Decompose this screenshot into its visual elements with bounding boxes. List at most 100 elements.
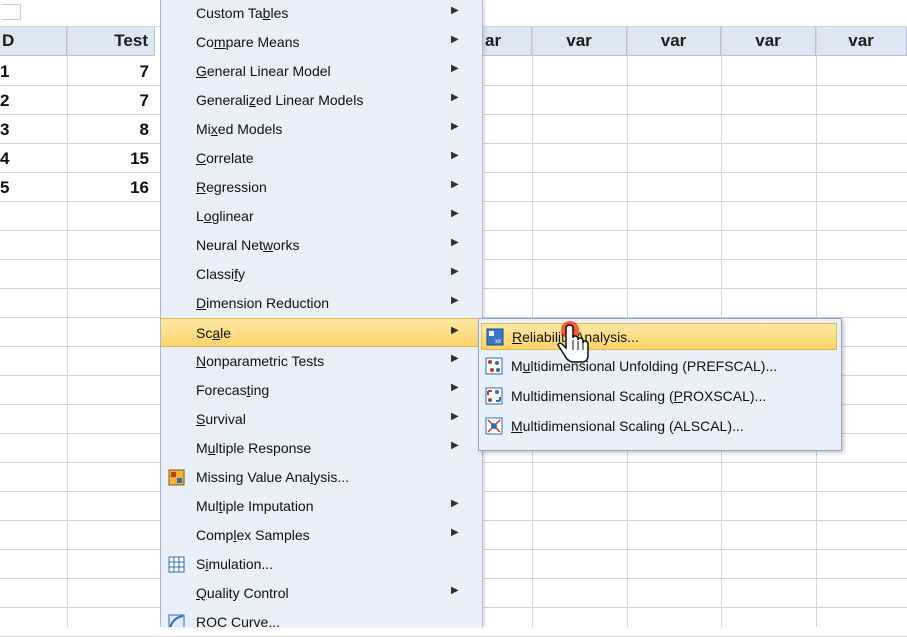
- submenu-arrow-icon: ▶: [451, 63, 459, 74]
- submenu-arrow-icon: ▶: [451, 353, 459, 364]
- menu-item-correlate[interactable]: Correlate ▶: [161, 144, 482, 173]
- label-text: Multidimensional Scaling (: [511, 388, 674, 404]
- label-text: M: [196, 440, 208, 456]
- mnemonic-key: R: [196, 179, 207, 195]
- submenu-item-multidimensional-unfolding-prefscal[interactable]: Multidimensional Unfolding (PREFSCAL)...: [481, 353, 837, 380]
- menu-item-label: General Linear Model: [196, 63, 331, 79]
- menu-item-loglinear[interactable]: Loglinear ▶: [161, 202, 482, 231]
- menu-item-compare-means[interactable]: Compare Means ▶: [161, 28, 482, 57]
- submenu-arrow-icon: ▶: [451, 527, 459, 538]
- submenu-arrow-icon: ▶: [451, 325, 459, 336]
- submenu-arrow-icon: ▶: [451, 150, 459, 161]
- column-header-var[interactable]: var: [627, 27, 721, 56]
- mnemonic-key: m: [213, 34, 226, 50]
- menu-item-missing-value-analysis[interactable]: Missing Value Analysis...: [161, 463, 482, 492]
- menu-item-label: Multiple Imputation: [196, 498, 314, 514]
- label-text: orks: [273, 237, 300, 253]
- menu-item-general-linear-model[interactable]: General Linear Model ▶: [161, 57, 482, 86]
- label-text: glinear: [211, 208, 254, 224]
- test-cell[interactable]: 15: [67, 145, 149, 173]
- simulation-icon: [168, 556, 185, 573]
- menu-item-label: Missing Value Analysis...: [196, 469, 349, 485]
- menu-item-nonparametric-tests[interactable]: Nonparametric Tests ▶: [161, 347, 482, 376]
- label-text: Co: [196, 34, 214, 50]
- menu-item-neural-networks[interactable]: Neural Networks ▶: [161, 231, 482, 260]
- proxscal-icon: [485, 387, 503, 405]
- label-text: y: [238, 266, 246, 282]
- menu-item-label: Compare Means: [196, 34, 300, 50]
- submenu-arrow-icon: ▶: [451, 585, 459, 596]
- test-cell[interactable]: 7: [67, 58, 149, 86]
- mnemonic-key: C: [196, 150, 207, 166]
- menu-item-generalized-linear-models[interactable]: Generalized Linear Models ▶: [161, 86, 482, 115]
- label-text: pare Means: [225, 34, 300, 50]
- menu-item-simulation[interactable]: Simulation...: [161, 550, 482, 579]
- menu-item-dimension-reduction[interactable]: Dimension Reduction ▶: [161, 289, 482, 318]
- submenu-arrow-icon: ▶: [451, 498, 459, 509]
- menu-item-classify[interactable]: Classify ▶: [161, 260, 482, 289]
- menu-item-label: Scale: [196, 325, 231, 341]
- menu-item-multiple-response[interactable]: Multiple Response ▶: [161, 434, 482, 463]
- menu-item-label: Nonparametric Tests: [196, 353, 324, 369]
- submenu-item-multidimensional-scaling-proxscal[interactable]: Multidimensional Scaling (PROXSCAL)...: [481, 383, 837, 410]
- menu-item-forecasting[interactable]: Forecasting ▶: [161, 376, 482, 405]
- label-text: Mul: [196, 498, 219, 514]
- alscal-icon: [485, 417, 503, 435]
- label-text: orrelate: [206, 150, 254, 166]
- menu-item-custom-tables[interactable]: Custom Tables ▶: [161, 0, 482, 28]
- scale-submenu: xx Reliability Analysis... Multidimensiona…: [478, 318, 842, 451]
- submenu-item-multidimensional-scaling-alscal[interactable]: Multidimensional Scaling (ALSCAL)...: [481, 413, 837, 440]
- test-cell[interactable]: 16: [67, 174, 149, 202]
- menu-item-mixed-models[interactable]: Mixed Models ▶: [161, 115, 482, 144]
- mnemonic-key: S: [196, 411, 206, 427]
- menu-item-regression[interactable]: Regression ▶: [161, 173, 482, 202]
- submenu-arrow-icon: ▶: [451, 208, 459, 219]
- label-text: ing: [250, 382, 270, 398]
- menu-item-label: Mixed Models: [196, 121, 282, 137]
- menu-item-label: Loglinear: [196, 208, 254, 224]
- mnemonic-key: z: [248, 92, 256, 108]
- test-cell[interactable]: 7: [67, 87, 149, 115]
- cell-reference-box[interactable]: [2, 4, 21, 20]
- menu-item-scale[interactable]: Scale ▶: [161, 318, 482, 347]
- label-text: Custom Ta: [196, 5, 263, 21]
- label-text: Forecas: [196, 382, 247, 398]
- column-header-id[interactable]: D: [0, 27, 67, 56]
- menu-item-label: Forecasting: [196, 382, 269, 398]
- menu-item-complex-samples[interactable]: Complex Samples ▶: [161, 521, 482, 550]
- label-text: ysis...: [313, 469, 350, 485]
- menu-item-label: Regression: [196, 179, 267, 195]
- column-header-var[interactable]: var: [816, 27, 907, 56]
- label-text: ex Samples: [236, 527, 310, 543]
- menu-item-quality-control[interactable]: Quality Control ▶: [161, 579, 482, 608]
- submenu-item-reliability-analysis[interactable]: xx Reliability Analysis...: [481, 323, 837, 350]
- analyze-menu: Custom Tables ▶ Compare Means ▶ General Line…: [160, 0, 483, 627]
- test-cell[interactable]: 8: [67, 116, 149, 144]
- menu-item-label: Multidimensional Unfolding (PREFSCAL)...: [511, 358, 777, 374]
- label-text: Mi: [196, 121, 211, 137]
- row-number: 2: [0, 91, 10, 110]
- label-text: ultidimensional Scaling (ALSCAL)...: [522, 418, 744, 434]
- column-header-var[interactable]: var: [721, 27, 816, 56]
- mnemonic-key: x: [210, 121, 218, 137]
- menu-item-label: Multidimensional Scaling (ALSCAL)...: [511, 418, 744, 434]
- label-text: Classi: [196, 266, 235, 282]
- column-header-var[interactable]: var: [532, 27, 627, 56]
- label-text: ed Models: [217, 121, 283, 137]
- label-text: ROXSCAL)...: [682, 388, 767, 404]
- menu-item-label: Multiple Response: [196, 440, 311, 456]
- submenu-arrow-icon: ▶: [451, 411, 459, 422]
- column-header-test[interactable]: Test: [67, 27, 155, 56]
- menu-item-roc-curve[interactable]: ROC Curve...: [161, 608, 482, 627]
- menu-item-survival[interactable]: Survival ▶: [161, 405, 482, 434]
- missing-value-icon: [168, 469, 185, 486]
- menu-item-multiple-imputation[interactable]: Multiple Imputation ▶: [161, 492, 482, 521]
- label-text: Missing Value Ana: [196, 469, 311, 485]
- mnemonic-key: Q: [196, 585, 207, 601]
- label-text: les: [270, 5, 289, 21]
- label-text: L: [196, 208, 204, 224]
- mnemonic-key: w: [262, 237, 274, 253]
- submenu-arrow-icon: ▶: [451, 92, 459, 103]
- mnemonic-key: P: [673, 388, 683, 404]
- column-header-var[interactable]: ar: [481, 27, 532, 56]
